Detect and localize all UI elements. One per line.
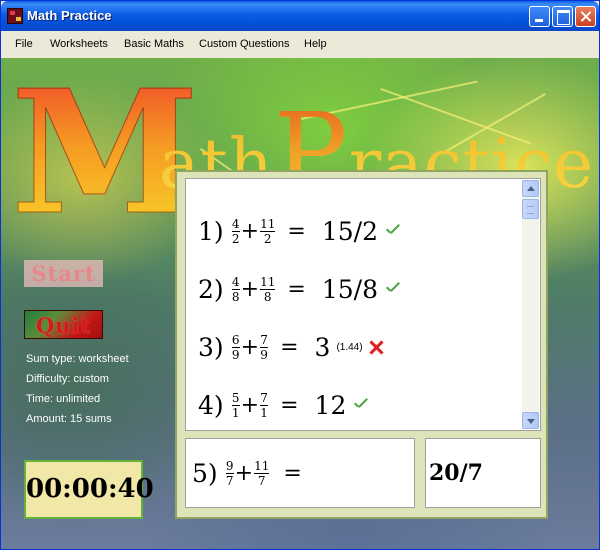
correct-value-note: (1.44) bbox=[336, 341, 363, 353]
question-row: 1) 4 2 +11 2 = 15/2 bbox=[198, 211, 402, 251]
question-number: 1) bbox=[198, 216, 224, 246]
app-window: Math Practice File Worksheets Basic Math… bbox=[0, 0, 600, 550]
amount-label: Amount: 15 sums bbox=[26, 413, 112, 425]
main-area: M athPractice Start Quit Sum type: works… bbox=[1, 58, 599, 549]
fraction: 71 bbox=[260, 390, 269, 420]
denominator: 9 bbox=[260, 347, 268, 362]
practice-panel: 1) 4 2 +11 2 = 15/2 2) 4 8 +11 8 = 15/8 3) 6 9 +7 9 = 3 (1.44… bbox=[175, 170, 548, 519]
denominator: 1 bbox=[260, 405, 268, 420]
vertical-scrollbar[interactable] bbox=[522, 180, 539, 429]
fraction: 42 bbox=[231, 216, 240, 246]
fraction: 97 bbox=[225, 458, 234, 488]
window-title: Math Practice bbox=[27, 8, 112, 23]
question-number: 2) bbox=[198, 274, 224, 304]
check-icon bbox=[384, 222, 402, 240]
equals-sign: = bbox=[287, 276, 306, 302]
denominator: 7 bbox=[225, 473, 234, 488]
question-number: 4) bbox=[198, 390, 224, 420]
numerator: 5 bbox=[231, 390, 240, 405]
fraction: 48 bbox=[231, 274, 240, 304]
menu-help[interactable]: Help bbox=[304, 38, 327, 50]
cross-icon bbox=[367, 338, 385, 356]
given-answer: 12 bbox=[314, 390, 347, 420]
maximize-button[interactable] bbox=[552, 6, 573, 27]
denominator: 9 bbox=[231, 347, 240, 362]
numerator: 11 bbox=[260, 274, 276, 289]
current-question: 5) 97 + 11 7 = bbox=[192, 453, 302, 493]
plus-sign: + bbox=[240, 334, 260, 360]
question-number: 3) bbox=[198, 332, 224, 362]
menu-custom-questions[interactable]: Custom Questions bbox=[199, 38, 289, 50]
difficulty-label: Difficulty: custom bbox=[26, 373, 109, 385]
scroll-up-arrow-icon[interactable] bbox=[522, 180, 539, 197]
fraction: 11 7 bbox=[254, 458, 270, 488]
numerator: 9 bbox=[225, 458, 234, 473]
numerator: 4 bbox=[231, 216, 240, 231]
plus-sign: + bbox=[240, 218, 260, 244]
menu-file[interactable]: File bbox=[15, 38, 33, 50]
answered-questions-list[interactable]: 1) 4 2 +11 2 = 15/2 2) 4 8 +11 8 = 15/8 3) 6 9 +7 9 = 3 (1.44… bbox=[185, 178, 541, 431]
numerator: 6 bbox=[231, 332, 240, 347]
check-icon bbox=[352, 396, 370, 414]
close-button[interactable] bbox=[575, 6, 596, 27]
equals-sign: = bbox=[283, 460, 302, 486]
question-row: 4) 5 1 +7 1 = 12 bbox=[198, 385, 370, 425]
check-icon bbox=[384, 280, 402, 298]
given-answer: 15/2 bbox=[321, 216, 378, 246]
numerator: 7 bbox=[260, 332, 268, 347]
plus-sign: + bbox=[240, 392, 260, 418]
denominator: 8 bbox=[231, 289, 240, 304]
question-row: 2) 4 8 +11 8 = 15/8 bbox=[198, 269, 402, 309]
given-answer: 15/8 bbox=[321, 274, 378, 304]
time-label: Time: unlimited bbox=[26, 393, 101, 405]
equals-sign: = bbox=[280, 392, 299, 418]
equals-sign: = bbox=[280, 334, 299, 360]
menu-basic-maths[interactable]: Basic Maths bbox=[124, 38, 184, 50]
numerator: 7 bbox=[260, 390, 268, 405]
menu-bar: File Worksheets Basic Maths Custom Quest… bbox=[1, 31, 599, 58]
numerator: 11 bbox=[254, 458, 270, 473]
scroll-thumb[interactable] bbox=[522, 199, 539, 219]
denominator: 7 bbox=[257, 473, 266, 488]
scroll-down-arrow-icon[interactable] bbox=[522, 412, 539, 429]
minimize-button[interactable] bbox=[529, 6, 550, 27]
fraction: 69 bbox=[231, 332, 240, 362]
plus-sign: + bbox=[240, 276, 260, 302]
denominator: 2 bbox=[263, 231, 272, 246]
start-button[interactable]: Start bbox=[24, 260, 103, 287]
quit-button[interactable]: Quit bbox=[24, 310, 103, 339]
elapsed-timer: 00:00:40 bbox=[24, 460, 154, 519]
denominator: 8 bbox=[263, 289, 272, 304]
equals-sign: = bbox=[287, 218, 306, 244]
question-number: 5) bbox=[192, 458, 218, 488]
denominator: 1 bbox=[231, 405, 240, 420]
fraction: 11 2 bbox=[260, 216, 276, 246]
question-row: 3) 6 9 +7 9 = 3 (1.44) bbox=[198, 327, 385, 367]
sum-type-label: Sum type: worksheet bbox=[26, 353, 129, 365]
fraction: 11 8 bbox=[260, 274, 276, 304]
app-icon[interactable] bbox=[7, 8, 23, 24]
fraction: 79 bbox=[260, 332, 269, 362]
current-question-box: 5) 97 + 11 7 = bbox=[185, 438, 415, 508]
numerator: 11 bbox=[260, 216, 276, 231]
answer-input[interactable]: 20/7 bbox=[425, 438, 541, 508]
menu-worksheets[interactable]: Worksheets bbox=[50, 38, 108, 50]
denominator: 2 bbox=[231, 231, 240, 246]
given-answer: 3 bbox=[314, 332, 331, 362]
numerator: 4 bbox=[231, 274, 240, 289]
fraction: 51 bbox=[231, 390, 240, 420]
title-bar[interactable]: Math Practice bbox=[1, 1, 599, 31]
plus-sign: + bbox=[234, 460, 254, 486]
